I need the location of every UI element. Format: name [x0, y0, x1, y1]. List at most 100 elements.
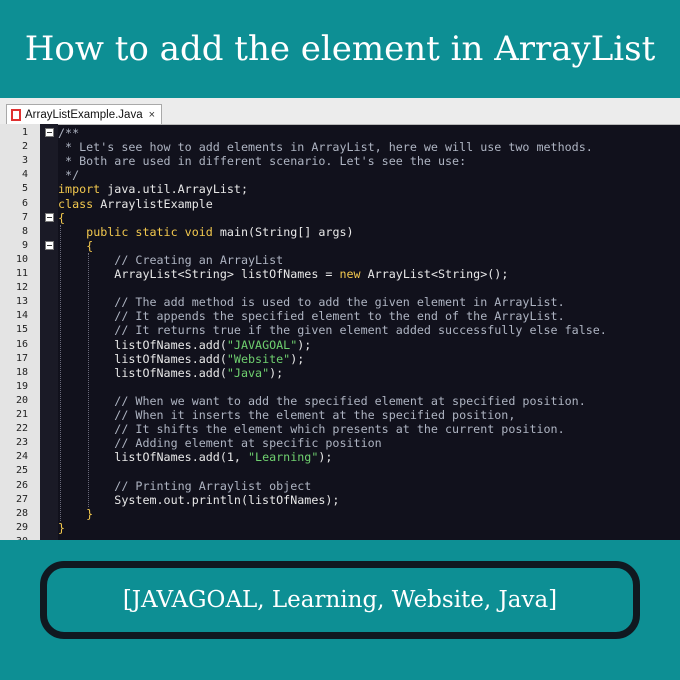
line-number: 6 [21, 197, 28, 209]
line-number: 25 [15, 465, 28, 477]
code-line: 19 [0, 380, 680, 394]
file-tab[interactable]: ArrayListExample.Java × [6, 104, 163, 124]
code-line: 23 // Adding element at specific positio… [0, 436, 680, 450]
code-text: // The add method is used to add the giv… [58, 295, 565, 310]
code-text: { [58, 210, 66, 225]
code-line: 11 ArrayList<String> listOfNames = new A… [0, 267, 680, 281]
line-number: 17 [15, 352, 28, 364]
line-number: 5 [21, 183, 28, 195]
line-number: 21 [15, 409, 28, 420]
code-text: } [86, 506, 94, 521]
line-number: 19 [15, 380, 28, 392]
output-result: [JAVAGOAL, Learning, Website, Java] [40, 561, 640, 639]
line-number: 30 [0, 535, 28, 540]
code-text: import java.util.ArrayList; [58, 182, 249, 197]
code-text: // When we want to add the specified ele… [58, 393, 586, 408]
code-text: /** [58, 126, 80, 140]
code-text: listOfNames.add(1, "Learning"); [58, 450, 333, 465]
code-text: ArrayList<String> listOfNames = new Arra… [58, 267, 509, 281]
java-file-icon [11, 108, 21, 121]
code-text: // It returns true if the given element … [58, 323, 607, 338]
code-line: 20 // When we want to add the specified … [0, 394, 680, 408]
code-line: 2 * Let's see how to add elements in Arr… [0, 140, 680, 154]
code-line: 14 // It appends the specified element t… [0, 309, 680, 323]
code-line: 29} [0, 521, 680, 535]
code-area[interactable]: 1/** 2 * Let's see how to add elements in… [0, 124, 680, 540]
line-number: 2 [21, 141, 28, 153]
code-text: // It shifts the element which presents … [58, 422, 565, 437]
line-number: 8 [21, 225, 28, 237]
code-text: listOfNames.add("Website"); [58, 351, 305, 366]
code-line: 10 // Creating an ArrayList [0, 253, 680, 267]
code-text: // It appends the specified element to t… [58, 309, 565, 324]
page-title: How to add the element in ArrayList [24, 29, 656, 69]
line-number: 13 [15, 296, 28, 308]
code-line: 7{ [0, 211, 680, 225]
code-line: 18 listOfNames.add("Java"); [0, 366, 680, 380]
line-number: 10 [15, 253, 28, 265]
code-line: 28 } [0, 507, 680, 521]
line-number: 12 [15, 282, 28, 294]
code-line: 3 * Both are used in different scenario.… [0, 154, 680, 168]
code-line: 15 // It returns true if the given eleme… [0, 323, 680, 337]
code-text: } [58, 520, 66, 535]
code-line: 8 public static void main(String[] args) [0, 225, 680, 239]
code-line: 17 listOfNames.add("Website"); [0, 352, 680, 366]
line-number: 14 [15, 310, 28, 322]
code-text: listOfNames.add("Java"); [58, 365, 284, 380]
line-number: 16 [15, 338, 28, 350]
line-number: 22 [15, 423, 28, 435]
code-text: listOfNames.add("JAVAGOAL"); [58, 337, 312, 352]
code-line: 30 [0, 535, 680, 540]
line-number: 15 [15, 324, 28, 336]
code-editor[interactable]: ArrayListExample.Java × 1/** 2 * Let's se… [0, 98, 680, 540]
code-line: 4 */ [0, 168, 680, 182]
code-line: 27 System.out.println(listOfNames); [0, 493, 680, 507]
line-number: 1 [21, 127, 28, 138]
code-text: public static void main(String[] args) [86, 224, 354, 239]
code-text: */ [58, 168, 80, 183]
code-text: * Let's see how to add elements in Array… [58, 140, 593, 155]
line-number: 29 [15, 521, 28, 533]
line-number: 11 [15, 268, 28, 279]
code-text: // When it inserts the element at the sp… [58, 408, 516, 422]
fold-toggle-icon[interactable] [45, 240, 54, 250]
line-number: 7 [21, 211, 28, 223]
code-line: 24 listOfNames.add(1, "Learning"); [0, 450, 680, 464]
code-line: 9 { [0, 239, 680, 253]
line-number: 23 [15, 437, 28, 449]
editor-tab-bar: ArrayListExample.Java × [0, 98, 680, 125]
code-line: 12 [0, 281, 680, 295]
code-text: * Both are used in different scenario. L… [58, 154, 467, 169]
code-line: 21 // When it inserts the element at the… [0, 408, 680, 422]
indent-guide [88, 252, 89, 507]
code-text: // Printing Arraylist object [58, 478, 312, 493]
code-line: 1 /** [0, 126, 680, 140]
line-number: 18 [15, 366, 28, 378]
line-number: 4 [21, 169, 28, 181]
code-text: { [86, 238, 94, 253]
line-number: 27 [15, 493, 28, 505]
code-line: 6 class ArraylistExample [0, 197, 680, 211]
code-text: class ArraylistExample [58, 196, 213, 211]
code-line: 26 // Printing Arraylist object [0, 479, 680, 493]
fold-toggle-icon[interactable] [45, 212, 54, 222]
code-line: 5 import java.util.ArrayList; [0, 182, 680, 196]
code-text: // Adding element at specific position [58, 436, 382, 451]
code-line: 16 listOfNames.add("JAVAGOAL"); [0, 338, 680, 352]
line-number: 28 [15, 507, 28, 519]
code-text: // Creating an ArrayList [58, 252, 284, 267]
line-number: 26 [15, 479, 28, 491]
code-line: 22 // It shifts the element which presen… [0, 422, 680, 436]
code-text: System.out.println(listOfNames); [58, 492, 340, 507]
code-line: 13 // The add method is used to add the … [0, 295, 680, 309]
line-number: 3 [21, 155, 28, 167]
line-number: 24 [15, 451, 28, 463]
file-tab-label: ArrayListExample.Java [25, 108, 143, 121]
close-tab-icon[interactable]: × [149, 109, 155, 121]
fold-toggle-icon[interactable] [45, 128, 54, 137]
line-number: 9 [21, 239, 28, 251]
indent-guide [60, 224, 61, 521]
code-line: 25 [0, 464, 680, 478]
line-number: 20 [15, 394, 28, 406]
